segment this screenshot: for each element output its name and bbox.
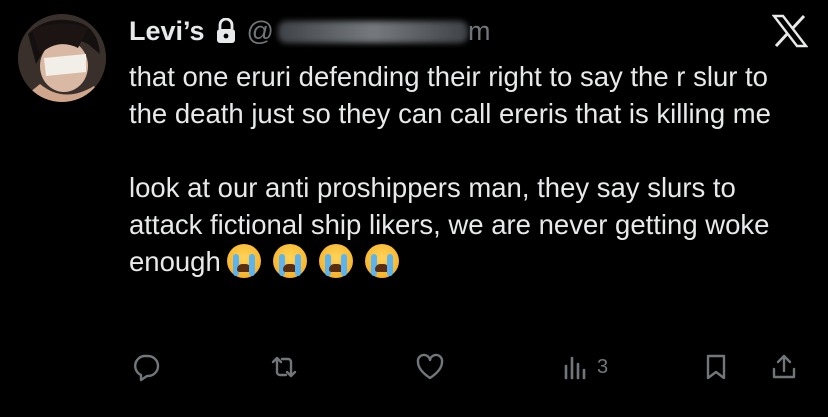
loudly-crying-face-icon (364, 244, 399, 278)
reply-button[interactable] (131, 352, 161, 382)
author-handle[interactable]: @ m (247, 16, 491, 47)
loudly-crying-face-icon (226, 244, 261, 278)
tweet-header: Levi’s @ m (129, 12, 490, 50)
avatar[interactable] (18, 14, 106, 102)
repost-button[interactable] (269, 352, 299, 382)
author-name[interactable]: Levi’s (129, 16, 205, 47)
tweet-text-paragraph-2: look at our anti proshippers man, they s… (129, 172, 770, 277)
bookmark-button[interactable] (701, 352, 731, 382)
loudly-crying-face-icon (272, 244, 307, 278)
share-icon (772, 354, 796, 379)
tweet-actions: 3 (129, 352, 809, 396)
views-icon (564, 356, 586, 380)
reply-icon (134, 354, 160, 382)
share-button[interactable] (769, 352, 799, 382)
handle-prefix: @ (246, 15, 274, 46)
loudly-crying-face-icon (318, 244, 353, 278)
tweet-text-paragraph: look at our anti proshippers man, they s… (129, 169, 809, 280)
bookmark-icon (706, 354, 726, 380)
lock-icon (215, 18, 237, 44)
x-logo-icon (771, 14, 809, 48)
handle-suffix: m (467, 15, 491, 46)
views-count: 3 (597, 355, 609, 378)
tweet-text-paragraph: that one eruri defending their right to … (129, 61, 771, 129)
tweet-body: that one eruri defending their right to … (129, 58, 809, 280)
views-button[interactable]: 3 (561, 352, 608, 382)
like-button[interactable] (415, 352, 445, 382)
handle-redaction (277, 21, 468, 44)
repost-icon (271, 356, 297, 378)
like-icon (416, 353, 444, 380)
